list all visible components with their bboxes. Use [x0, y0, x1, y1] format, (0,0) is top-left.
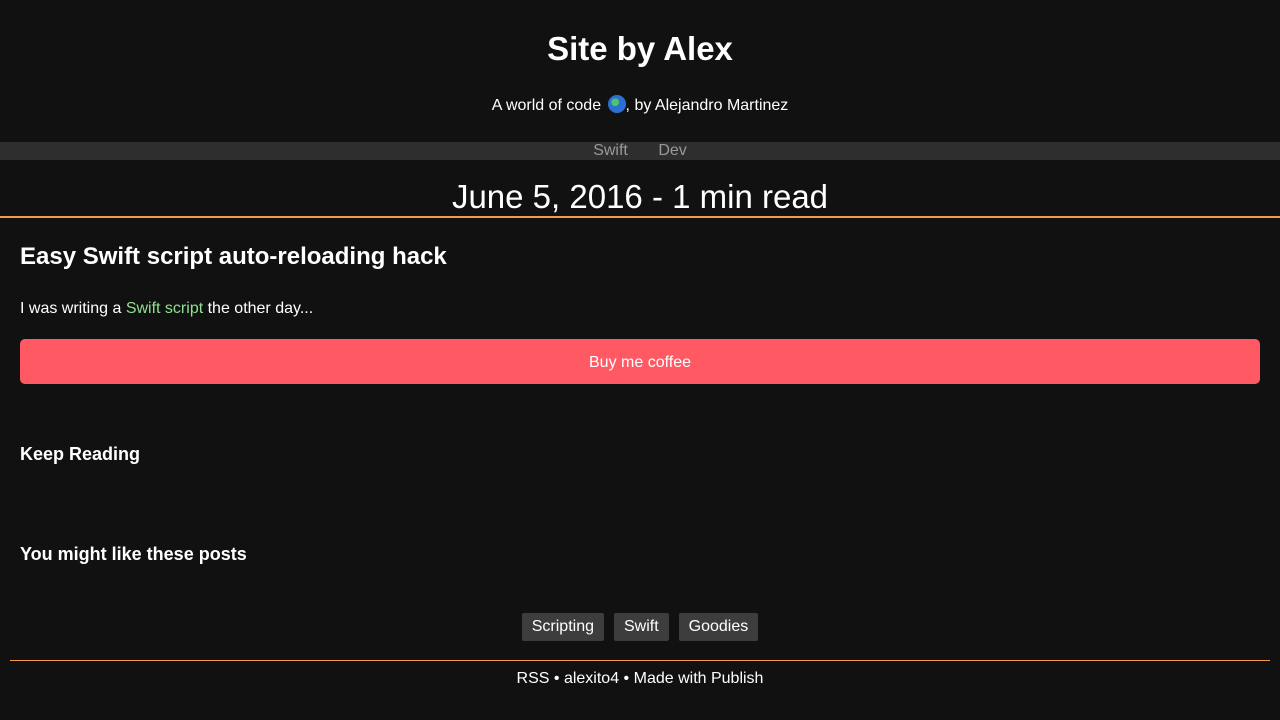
site-subtitle: A world of code , by Alejandro Martinez — [0, 95, 1280, 115]
handle-link[interactable]: alexito4 — [564, 670, 619, 687]
globe-icon — [607, 95, 626, 113]
swift-script-link[interactable]: Swift script — [126, 300, 203, 317]
tag-scripting[interactable]: Scripting — [521, 613, 604, 641]
tag-swift[interactable]: Swift — [613, 613, 669, 641]
keep-reading-heading: Keep Reading — [20, 444, 141, 464]
post-title: Easy Swift script auto-reloading hack — [20, 243, 447, 270]
site-header: Site by Alex A world of code , by Alejan… — [0, 0, 1280, 115]
footer-separator: • — [549, 670, 564, 687]
made-with-publish-link[interactable]: Made with Publish — [634, 670, 764, 687]
rss-link[interactable]: RSS — [517, 670, 550, 687]
tag-list: Scripting Swift Goodies — [0, 613, 1280, 641]
post-article: Easy Swift script auto-reloading hack I … — [20, 240, 1260, 384]
nav-item-swift[interactable]: Swift — [593, 142, 628, 159]
might-like-heading: You might like these posts — [20, 544, 247, 564]
main-nav: Swift Dev — [0, 142, 1280, 160]
post-excerpt: I was writing a Swift script the other d… — [20, 299, 1260, 319]
buy-me-coffee-button[interactable]: Buy me coffee — [20, 339, 1260, 384]
excerpt-suffix: the other day... — [203, 300, 314, 317]
tag-goodies[interactable]: Goodies — [678, 613, 759, 641]
site-footer: RSS • alexito4 • Made with Publish — [10, 660, 1270, 700]
subtitle-prefix: A world of code — [491, 97, 606, 114]
site-title[interactable]: Site by Alex — [0, 30, 1280, 68]
subtitle-suffix: , by Alejandro Martinez — [625, 97, 789, 114]
footer-separator: • — [619, 670, 634, 687]
excerpt-prefix: I was writing a — [20, 300, 126, 317]
nav-item-dev[interactable]: Dev — [658, 142, 686, 159]
post-meta: June 5, 2016 - 1 min read — [0, 178, 1280, 218]
